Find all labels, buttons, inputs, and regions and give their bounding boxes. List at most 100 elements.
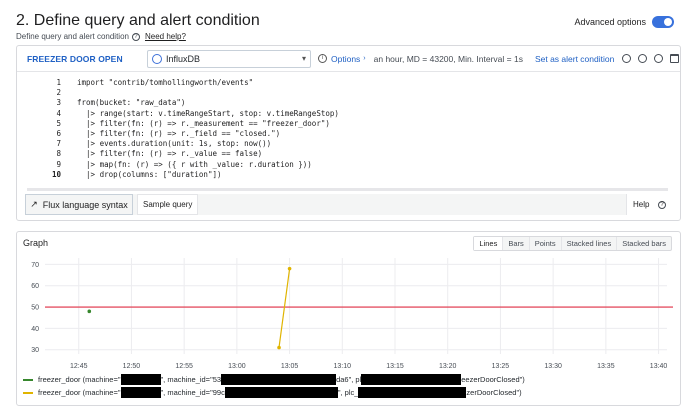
line-number: 2 <box>56 88 61 98</box>
code-content[interactable]: import "contrib/tomhollingworth/events" f… <box>77 78 677 180</box>
x-tick-label: 13:00 <box>228 363 246 370</box>
query-toolbar: FREEZER DOOR OPEN InfluxDB ▾ i Options ›… <box>17 46 680 72</box>
series-line <box>278 268 291 348</box>
code-line[interactable]: |> range(start: v.timeRangeStart, stop: … <box>77 109 677 119</box>
y-tick-label: 50 <box>31 305 39 312</box>
query-options-summary: an hour, MD = 43200, Min. Interval = 1s <box>373 53 523 64</box>
code-line[interactable]: |> events.duration(unit: 1s, stop: now()… <box>77 139 677 149</box>
line-number: 5 <box>56 118 61 128</box>
chart-legend: freezer_door (machine=" ", machine_id="5… <box>23 373 525 399</box>
query-name[interactable]: FREEZER DOOR OPEN <box>27 54 137 64</box>
graph-panel: Graph Lines Bars Points Stacked lines Stacke… <box>16 231 681 406</box>
x-tick-label: 13:05 <box>281 363 299 370</box>
trash-icon[interactable] <box>670 54 680 63</box>
query-footer: ↗ Flux language syntax Sample query Help… <box>25 194 672 215</box>
x-tick-label: 13:35 <box>597 363 615 370</box>
x-tick-label: 12:55 <box>175 363 193 370</box>
legend-text: ", plc_ <box>337 388 359 397</box>
duplicate-icon[interactable] <box>638 54 648 63</box>
legend-swatch <box>23 391 33 394</box>
code-line[interactable]: |> filter(fn: (r) => r._measurement == "… <box>77 119 677 129</box>
need-help-link[interactable]: Need help? <box>145 32 186 41</box>
advanced-options-label: Advanced options <box>574 17 646 27</box>
y-tick-label: 70 <box>31 262 39 269</box>
x-tick-label: 12:45 <box>70 363 88 370</box>
data-point <box>87 309 92 314</box>
help-circle-icon: ? <box>658 200 666 209</box>
x-tick-label: 13:25 <box>492 363 510 370</box>
influxdb-icon <box>152 53 162 64</box>
line-number: 3 <box>56 98 61 108</box>
section-subtitle: Define query and alert condition ? Need … <box>16 32 186 41</box>
datasource-name: InfluxDB <box>166 53 201 64</box>
set-alert-condition-button[interactable]: Set as alert condition <box>535 54 614 64</box>
x-tick-label: 12:50 <box>123 363 141 370</box>
horizontal-scrollbar[interactable] <box>27 188 668 191</box>
line-number: 6 <box>56 129 61 139</box>
line-number: 7 <box>56 139 61 149</box>
code-line[interactable]: import "contrib/tomhollingworth/events" <box>77 78 677 88</box>
x-tick-label: 13:20 <box>439 363 457 370</box>
legend-text: ", machine_id="53 <box>160 375 222 384</box>
legend-text: eezerDoorClosed") <box>461 375 525 384</box>
y-tick-label: 30 <box>31 347 39 354</box>
code-line[interactable]: |> filter(fn: (r) => r._field == "closed… <box>77 129 677 139</box>
help-icon[interactable] <box>622 54 632 63</box>
sample-query-button[interactable]: Sample query <box>137 194 199 215</box>
data-point <box>287 266 292 271</box>
time-series-chart[interactable]: 30 40 50 60 70 12:45 12:50 12:55 13:00 13:05 13:10… <box>17 252 680 372</box>
eye-icon[interactable] <box>654 54 664 63</box>
visualization-switch: Lines Bars Points Stacked lines Stacked bars <box>473 236 672 251</box>
redaction-block <box>221 374 337 385</box>
info-icon: i <box>318 54 327 63</box>
advanced-options-toggle[interactable] <box>652 16 674 28</box>
x-tick-label: 13:30 <box>544 363 562 370</box>
view-option-bars[interactable]: Bars <box>502 237 528 250</box>
advanced-options: Advanced options <box>574 16 674 28</box>
code-line[interactable]: |> map(fn: (r) => ({ r with _value: r.du… <box>77 160 677 170</box>
query-editor-panel: FREEZER DOOR OPEN InfluxDB ▾ i Options ›… <box>16 45 681 221</box>
code-line[interactable] <box>77 88 677 98</box>
legend-item[interactable]: freezer_door (machine=" ", machine_id="9… <box>23 386 525 399</box>
flux-syntax-label: Flux language syntax <box>42 199 128 210</box>
line-number: 9 <box>56 159 61 169</box>
x-tick-label: 13:10 <box>334 363 352 370</box>
view-option-lines[interactable]: Lines <box>474 237 503 250</box>
code-line[interactable]: |> drop(columns: ["duration"]) <box>77 170 677 180</box>
query-options-button[interactable]: Options <box>331 54 360 64</box>
line-number: 8 <box>56 149 61 159</box>
help-circle-icon: ? <box>131 32 140 41</box>
y-tick-label: 60 <box>31 283 39 290</box>
line-number: 4 <box>56 108 61 118</box>
section-title: 2. Define query and alert condition <box>16 12 260 29</box>
legend-text: ", machine_id="99c <box>160 388 225 397</box>
y-tick-label: 40 <box>31 326 39 333</box>
line-number-gutter: 1 2 3 4 5 6 7 8 9 10 <box>27 78 61 180</box>
help-button[interactable]: Help ? <box>626 194 672 215</box>
view-option-stacked-bars[interactable]: Stacked bars <box>616 237 671 250</box>
x-tick-label: 13:15 <box>386 363 404 370</box>
legend-text: da6", pl <box>336 375 362 384</box>
line-number: 10 <box>51 169 61 179</box>
external-link-icon: ↗ <box>30 199 38 209</box>
legend-text: zerDoorClosed") <box>466 388 522 397</box>
code-editor[interactable]: 1 2 3 4 5 6 7 8 9 10 import "contrib/tomhollingwo… <box>27 76 677 188</box>
redaction-block <box>358 387 467 398</box>
view-option-points[interactable]: Points <box>528 237 561 250</box>
code-line[interactable]: from(bucket: "raw_data") <box>77 98 677 108</box>
data-point <box>277 345 281 350</box>
legend-item[interactable]: freezer_door (machine=" ", machine_id="5… <box>23 373 525 386</box>
redaction-block <box>361 374 462 385</box>
query-actions <box>622 54 680 63</box>
subtitle-text: Define query and alert condition <box>16 32 129 41</box>
datasource-picker[interactable]: InfluxDB ▾ <box>147 49 311 68</box>
x-tick-label: 13:40 <box>650 363 668 370</box>
view-option-stacked-lines[interactable]: Stacked lines <box>560 237 617 250</box>
legend-swatch <box>23 378 33 381</box>
chevron-down-icon: ▾ <box>301 54 306 63</box>
redaction-block <box>120 387 161 398</box>
legend-text: freezer_door (machine=" <box>38 375 121 384</box>
graph-title: Graph <box>23 238 49 248</box>
flux-syntax-button[interactable]: ↗ Flux language syntax <box>25 194 133 215</box>
code-line[interactable]: |> filter(fn: (r) => r._value == false) <box>77 149 677 159</box>
